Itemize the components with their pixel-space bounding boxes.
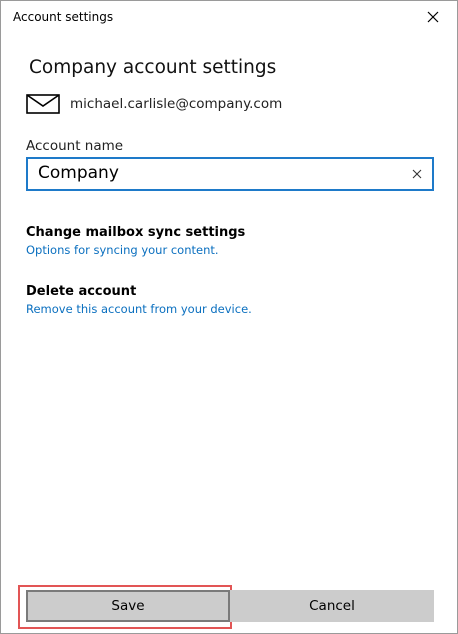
clear-input-button[interactable] [406, 163, 428, 185]
sync-settings-link[interactable]: Options for syncing your content. [26, 243, 245, 257]
save-button[interactable]: Save [26, 590, 230, 622]
account-email-row: michael.carlisle@company.com [26, 93, 282, 115]
mail-icon [26, 94, 60, 114]
close-icon [427, 11, 439, 23]
delete-account-section: Delete account Remove this account from … [26, 284, 252, 316]
account-settings-window: Account settings Company account setting… [0, 0, 458, 634]
window-title: Account settings [13, 10, 114, 24]
account-name-label: Account name [26, 138, 124, 154]
delete-account-link[interactable]: Remove this account from your device. [26, 302, 252, 316]
account-name-value[interactable]: Company [38, 163, 119, 183]
sync-settings-section: Change mailbox sync settings Options for… [26, 225, 245, 257]
delete-account-title[interactable]: Delete account [26, 284, 252, 299]
title-bar: Account settings [1, 1, 457, 33]
clear-icon [412, 169, 422, 179]
page-title: Company account settings [29, 57, 277, 78]
cancel-button[interactable]: Cancel [230, 590, 434, 622]
account-email: michael.carlisle@company.com [70, 96, 283, 112]
close-button[interactable] [419, 5, 447, 29]
account-name-input[interactable]: Company [26, 157, 434, 191]
sync-settings-title[interactable]: Change mailbox sync settings [26, 225, 245, 240]
